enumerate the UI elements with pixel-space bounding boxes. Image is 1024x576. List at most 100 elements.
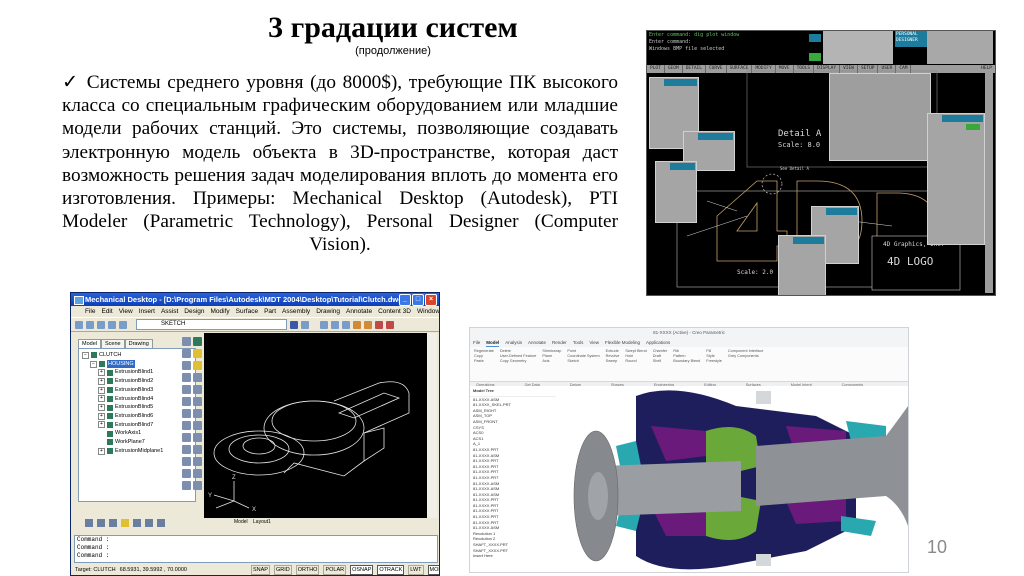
tree-item[interactable]: + ExtrusionBlind1 xyxy=(79,368,195,377)
tool-icon[interactable] xyxy=(145,519,153,527)
tree-item[interactable]: + ExtrusionBlind2 xyxy=(79,377,195,386)
menu-view[interactable]: View xyxy=(119,306,133,317)
hole-panel[interactable] xyxy=(778,235,826,295)
close-button[interactable]: × xyxy=(425,294,437,306)
ribbon-tab[interactable]: File xyxy=(473,338,480,347)
minimize-button[interactable]: _ xyxy=(399,294,411,306)
expand-toggle-icon[interactable]: + xyxy=(98,412,105,420)
undo-icon[interactable] xyxy=(290,320,298,329)
ribbon-button[interactable]: Rib xyxy=(673,349,700,353)
ribbon-tab[interactable]: View xyxy=(589,338,599,347)
ribbon-tab[interactable]: Tools xyxy=(573,338,584,347)
tool-icon[interactable] xyxy=(109,519,117,527)
model-viewport[interactable]: Z X Y xyxy=(204,333,427,518)
ribbon-button[interactable]: Swept Blend xyxy=(625,349,646,353)
ribbon-button[interactable]: Boundary Blend xyxy=(673,359,700,363)
tree-item[interactable]: + ExtrusionBlind4 xyxy=(79,395,195,404)
tree-item[interactable]: + ExtrusionBlind7 xyxy=(79,421,195,430)
save-icon[interactable] xyxy=(97,320,105,329)
ribbon-button[interactable]: Style xyxy=(706,354,722,358)
tab-drawing[interactable]: Drawing xyxy=(124,339,153,348)
chop-panel[interactable] xyxy=(655,161,697,223)
ribbon-button[interactable]: Pattern xyxy=(673,354,700,358)
menu-annotate[interactable]: Annotate xyxy=(346,306,372,317)
tool-palette-icon[interactable] xyxy=(342,320,350,329)
tool-icon[interactable] xyxy=(121,519,129,527)
tab-scene[interactable]: Scene xyxy=(100,339,125,348)
tool-icon[interactable] xyxy=(386,320,394,329)
expand-toggle-icon[interactable]: + xyxy=(98,404,105,412)
menu-drawing[interactable]: Drawing xyxy=(316,306,340,317)
expand-toggle-icon[interactable]: + xyxy=(98,369,105,377)
ribbon-button[interactable]: Point xyxy=(567,349,599,353)
graphics-area[interactable] xyxy=(556,386,908,572)
new-icon[interactable] xyxy=(75,320,83,329)
ribbon-tab[interactable]: Applications xyxy=(646,338,670,347)
ribbon-button[interactable]: Freestyle xyxy=(706,359,722,363)
ribbon-tab[interactable]: Annotate xyxy=(528,338,546,347)
ribbon-button[interactable]: Component Interface xyxy=(728,349,763,353)
preview-icon[interactable] xyxy=(119,320,127,329)
expand-toggle-icon[interactable]: + xyxy=(98,447,105,455)
plot-icon[interactable] xyxy=(108,320,116,329)
menu-modify[interactable]: Modify xyxy=(211,306,230,317)
ribbon-button[interactable]: Grey Components xyxy=(728,354,763,358)
tool-icon[interactable] xyxy=(133,519,141,527)
ribbon-button[interactable]: Round xyxy=(625,359,646,363)
tool-icon[interactable] xyxy=(364,320,372,329)
ribbon-tab[interactable]: Analysis xyxy=(505,338,522,347)
tool-icon[interactable] xyxy=(375,320,383,329)
ribbon-button[interactable]: Coordinate System xyxy=(567,354,599,358)
ribbon-button[interactable]: User-Defined Feature xyxy=(500,354,537,358)
tab-layout1[interactable]: Layout1 xyxy=(253,519,271,525)
expand-toggle-icon[interactable]: + xyxy=(98,386,105,394)
tree-item[interactable]: + ExtrusionMidplane1 xyxy=(79,447,195,456)
tool-icon[interactable] xyxy=(353,320,361,329)
tree-item[interactable]: WorkPlane7 xyxy=(79,438,195,447)
ribbon-button[interactable]: Shell xyxy=(653,359,668,363)
ribbon-button[interactable]: Regenerate xyxy=(474,349,494,353)
tree-item[interactable]: − HOUSING xyxy=(79,359,195,369)
menu-surface[interactable]: Surface xyxy=(236,306,258,317)
tab-model-space[interactable]: Model xyxy=(234,519,248,525)
open-icon[interactable] xyxy=(86,320,94,329)
tree-item[interactable]: + ExtrusionBlind6 xyxy=(79,412,195,421)
tool-icon[interactable] xyxy=(85,519,93,527)
format-panel[interactable] xyxy=(927,113,985,245)
ribbon-button[interactable]: Chamfer xyxy=(653,349,668,353)
command-line[interactable]: Command : Command : Command : xyxy=(74,535,438,563)
ribbon-tab[interactable]: Model xyxy=(486,338,500,347)
expand-toggle-icon[interactable]: + xyxy=(98,395,105,403)
model-tree-item[interactable]: Insert Here xyxy=(470,553,556,559)
tree-item[interactable]: − CLUTCH xyxy=(79,351,195,360)
menu-window[interactable]: Window xyxy=(417,306,439,317)
ribbon-button[interactable]: Delete xyxy=(500,349,537,353)
ribbon-button[interactable]: Copy xyxy=(474,354,494,358)
tree-item[interactable]: + ExtrusionBlind5 xyxy=(79,403,195,412)
tools-palette[interactable] xyxy=(829,73,931,161)
menu-assist[interactable]: Assist xyxy=(161,306,178,317)
tool-icon[interactable] xyxy=(157,519,165,527)
expand-toggle-icon[interactable]: + xyxy=(98,377,105,385)
ribbon-button[interactable]: Fill xyxy=(706,349,722,353)
tree-item[interactable]: + ExtrusionBlind3 xyxy=(79,386,195,395)
menu-file[interactable]: File xyxy=(85,306,95,317)
ribbon-button[interactable]: Draft xyxy=(653,354,668,358)
save-button[interactable] xyxy=(966,124,980,130)
ribbon-button[interactable]: Hole xyxy=(625,354,646,358)
menu-edit[interactable]: Edit xyxy=(101,306,112,317)
ribbon-button[interactable]: Paste xyxy=(474,359,494,363)
ribbon-button[interactable]: Sweep xyxy=(606,359,620,363)
ribbon-tab[interactable]: Flexible Modeling xyxy=(605,338,640,347)
expand-toggle-icon[interactable]: − xyxy=(82,351,89,359)
tool-icon[interactable] xyxy=(97,519,105,527)
menu-insert[interactable]: Insert xyxy=(139,306,155,317)
ribbon-button[interactable]: Shrinkwrap xyxy=(542,349,561,353)
ribbon-button[interactable]: Plane xyxy=(542,354,561,358)
viewport-scrollbar[interactable] xyxy=(427,333,437,518)
menu-content3d[interactable]: Content 3D xyxy=(378,306,411,317)
design-center-icon[interactable] xyxy=(331,320,339,329)
ribbon-tab[interactable]: Render xyxy=(552,338,567,347)
tab-model[interactable]: Model xyxy=(78,339,101,348)
maximize-button[interactable]: □ xyxy=(412,294,424,306)
